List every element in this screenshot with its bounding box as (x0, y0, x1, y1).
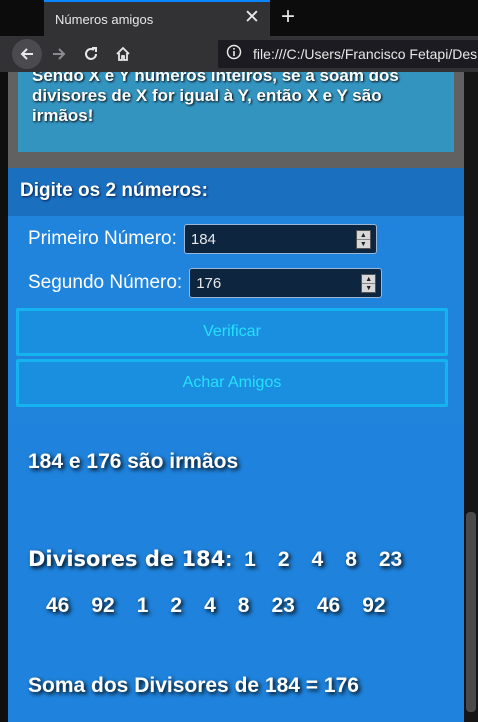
second-number-spinner[interactable]: ▲ ▼ (361, 274, 377, 293)
divisor-value: 2 (277, 548, 290, 571)
first-number-spinner[interactable]: ▲ ▼ (355, 230, 371, 249)
find-friends-button[interactable]: Achar Amigos (16, 359, 448, 407)
info-icon[interactable] (226, 44, 247, 64)
divisor-value: 92 (91, 594, 115, 617)
divisors-list: Divisores de 184: 1 2 4 8 23 46 92 1 2 4 8 23 46 92 (28, 536, 458, 629)
url-text: file:///C:/Users/Francisco Fetapi/Deskt (253, 46, 478, 62)
result-panel: 184 e 176 são irmãos Divisores de 184: 1… (8, 424, 464, 722)
intro-text: Sendo X e Y números inteiros, se a soam … (32, 72, 399, 125)
divisor-value: 92 (362, 594, 386, 617)
divisor-value: 46 (316, 594, 341, 617)
divisor-value: 23 (271, 594, 295, 617)
tab-strip-edge (0, 0, 44, 36)
divisor-value: 4 (204, 594, 216, 617)
left-gutter (0, 72, 8, 722)
verify-button[interactable]: Verificar (16, 308, 448, 356)
new-tab-button[interactable]: + (276, 3, 300, 31)
spin-down-icon[interactable]: ▼ (362, 284, 375, 292)
divisors-label: Divisores de 184 (28, 547, 226, 571)
second-number-label: Segundo Número: (28, 272, 183, 293)
spin-up-icon[interactable]: ▲ (356, 231, 370, 240)
intro-box: Sendo X e Y números inteiros, se a soam … (18, 72, 454, 152)
spin-down-icon[interactable]: ▼ (357, 240, 370, 248)
close-icon[interactable]: ✕ (242, 8, 262, 28)
divisor-value: 1 (136, 594, 149, 617)
divisor-value: 8 (345, 548, 357, 571)
divisor-value: 1 (244, 548, 256, 571)
arrow-right-icon (53, 48, 66, 60)
form-header: Digite os 2 números: (8, 168, 464, 216)
divisor-value: 23 (378, 548, 403, 571)
back-button[interactable] (12, 39, 42, 69)
reload-icon (85, 47, 97, 60)
divisor-value: 46 (46, 594, 70, 617)
first-number-input[interactable]: 184 ▲ ▼ (183, 224, 377, 254)
numbers-form: Digite os 2 números: Primeiro Número: 18… (8, 168, 464, 424)
divisor-value: 8 (237, 594, 250, 617)
tab-numeros-amigos[interactable]: Números amigos ✕ (44, 0, 270, 36)
second-number-input[interactable]: 176 ▲ ▼ (189, 268, 383, 298)
page-viewport: Sendo X e Y números inteiros, se a soam … (0, 72, 478, 722)
divisor-sum: Soma dos Divisores de 184 = 176 (28, 674, 359, 697)
result-title: 184 e 176 são irmãos (28, 450, 239, 473)
arrow-left-icon (20, 48, 33, 60)
first-number-label: Primeiro Número: (28, 228, 177, 249)
first-number-value: 184 (190, 230, 216, 248)
tab-title: Números amigos (55, 11, 154, 27)
second-number-value: 176 (196, 274, 222, 292)
scrollbar-thumb[interactable] (466, 512, 476, 712)
home-button[interactable] (108, 39, 138, 69)
home-icon (116, 46, 130, 61)
address-bar[interactable]: file:///C:/Users/Francisco Fetapi/Deskt (218, 40, 478, 68)
divisors-separator: : (225, 548, 233, 571)
first-number-row: Primeiro Número: 184 ▲ ▼ (28, 224, 377, 254)
tab-strip: Números amigos ✕ + (0, 0, 478, 36)
reload-button[interactable] (76, 39, 106, 69)
divisor-value: 4 (311, 548, 324, 571)
forward-button[interactable] (44, 39, 74, 69)
page-body: Sendo X e Y números inteiros, se a soam … (8, 72, 464, 722)
divisor-value: 2 (170, 594, 183, 617)
second-number-row: Segundo Número: 176 ▲ ▼ (28, 268, 383, 298)
spin-up-icon[interactable]: ▲ (362, 275, 376, 284)
